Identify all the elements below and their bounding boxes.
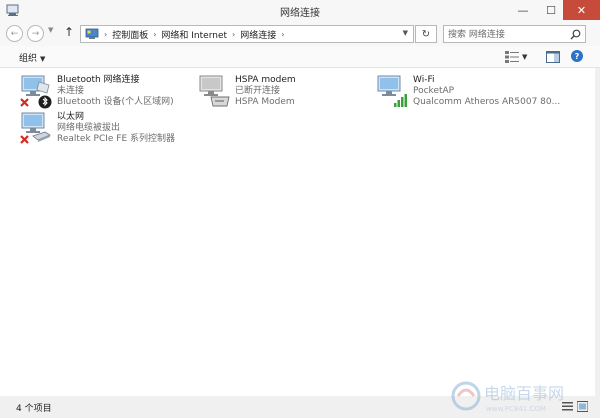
arrow-left-icon: ←	[10, 28, 19, 39]
search-box[interactable]	[443, 25, 586, 43]
preview-pane-icon[interactable]	[546, 50, 560, 64]
chevron-right-icon[interactable]: ›	[229, 30, 238, 39]
connection-name: HSPA modem	[235, 75, 296, 85]
up-button[interactable]: ↑	[64, 25, 74, 39]
watermark-logo: 电脑百事网 www.PC841.COM	[451, 381, 564, 413]
ethernet-network-icon	[20, 112, 51, 144]
connection-status: 未连接	[57, 86, 85, 96]
arrow-right-icon: →	[31, 28, 40, 39]
maximize-button[interactable]: ☐	[537, 0, 565, 20]
forward-button[interactable]: →	[27, 25, 44, 42]
modem-icon	[199, 75, 230, 107]
connection-status: 已断开连接	[235, 86, 281, 96]
recent-locations-dropdown[interactable]: ▼	[48, 26, 53, 34]
question-icon: ?	[574, 51, 580, 61]
minimize-button[interactable]: —	[509, 0, 537, 20]
connection-device: Bluetooth 设备(个人区域网)	[57, 97, 174, 107]
connection-name: 以太网	[57, 112, 85, 122]
error-x-icon	[20, 98, 29, 107]
connection-device: Realtek PCIe FE 系列控制器	[57, 134, 176, 144]
help-button[interactable]: ?	[571, 50, 583, 62]
wifi-network-icon	[377, 75, 407, 107]
address-history-dropdown[interactable]: ▼	[403, 29, 408, 37]
connection-device: Qualcomm Atheros AR5007 80...	[413, 97, 561, 107]
breadcrumb-control-panel[interactable]: 控制面板	[110, 28, 150, 41]
connection-status: 网络电缆被拔出	[57, 123, 121, 133]
bluetooth-network-icon	[20, 75, 52, 109]
chevron-down-icon: ▼	[48, 26, 54, 34]
close-button[interactable]: ✕	[563, 0, 600, 20]
organize-label: 组织	[19, 54, 38, 64]
breadcrumb-network-connections[interactable]: 网络连接	[238, 28, 278, 41]
connection-item-ethernet[interactable]: 以太网 网络电缆被拔出 Realtek PCIe FE 系列控制器	[19, 110, 189, 150]
chevron-down-icon: ▼	[522, 53, 528, 61]
connection-item-wifi[interactable]: Wi-Fi PocketAP Qualcomm Atheros AR5007 8…	[375, 73, 560, 113]
search-input[interactable]	[448, 28, 566, 41]
connection-item-bluetooth[interactable]: Bluetooth 网络连接 未连接 Bluetooth 设备(个人区域网)	[19, 73, 189, 113]
organize-menu[interactable]: 组织 ▼	[19, 51, 45, 64]
chevron-down-icon: ▼	[40, 55, 46, 63]
command-bar: 组织 ▼ ▼ ?	[0, 46, 600, 68]
view-options-icon	[505, 51, 519, 63]
item-count: 4 个项目	[16, 404, 52, 414]
connection-status: PocketAP	[413, 86, 455, 96]
refresh-button[interactable]: ↻	[415, 25, 437, 43]
breadcrumb-network-internet[interactable]: 网络和 Internet	[159, 28, 229, 41]
search-icon[interactable]	[570, 29, 581, 40]
control-panel-icon	[85, 28, 99, 39]
title-bar: 网络连接 — ☐ ✕	[0, 0, 600, 22]
back-button[interactable]: ←	[6, 25, 23, 42]
connection-name: Bluetooth 网络连接	[57, 75, 140, 85]
breadcrumb[interactable]: › 控制面板 › 网络和 Internet › 网络连接 › ▼	[80, 25, 414, 43]
arrow-up-icon: ↑	[64, 25, 75, 39]
chevron-right-icon[interactable]: ›	[278, 30, 287, 39]
watermark-url: www.PC841.COM	[486, 405, 546, 413]
chevron-right-icon[interactable]: ›	[101, 30, 110, 39]
connection-device: HSPA Modem	[235, 97, 295, 107]
connection-name: Wi-Fi	[413, 75, 435, 85]
refresh-icon: ↻	[421, 28, 431, 40]
connection-list: Bluetooth 网络连接 未连接 Bluetooth 设备(个人区域网) H…	[0, 68, 595, 396]
address-bar: ← → ▼ ↑ › 控制面板 › 网络和 Internet › 网络连接 › ▼…	[0, 22, 600, 46]
chevron-right-icon[interactable]: ›	[150, 30, 159, 39]
error-x-icon	[20, 135, 29, 144]
window-border	[595, 68, 600, 396]
connection-item-hspa-modem[interactable]: HSPA modem 已断开连接 HSPA Modem	[197, 73, 367, 113]
watermark-text: 电脑百事网	[484, 384, 564, 403]
change-view-button[interactable]: ▼	[505, 50, 535, 64]
